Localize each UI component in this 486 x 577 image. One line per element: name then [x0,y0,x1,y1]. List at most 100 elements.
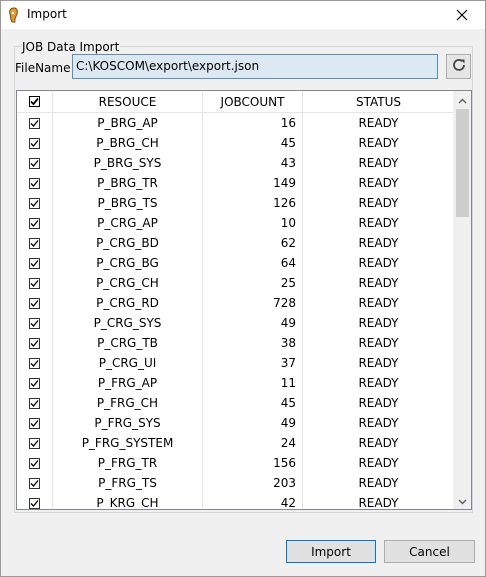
table-row[interactable]: P_FRG_TS 203 READY [17,473,454,493]
row-check-cell [17,313,53,333]
row-checkbox[interactable] [29,177,40,189]
resource-cell: P_CRG_RD [53,293,203,313]
row-checkbox[interactable] [29,497,40,509]
row-check-cell [17,293,53,313]
row-checkbox[interactable] [29,277,40,289]
table-row[interactable]: P_BRG_SYS 43 READY [17,153,454,173]
table-row[interactable]: P_CRG_SYS 49 READY [17,313,454,333]
scroll-up-button[interactable] [454,91,471,108]
status-cell: READY [358,256,399,270]
status-cell: READY [358,276,399,290]
vertical-scrollbar[interactable] [453,91,471,509]
row-checkbox[interactable] [29,257,40,269]
jobcount-cell: 64 [203,253,303,273]
cancel-button[interactable]: Cancel [384,540,475,563]
table-row[interactable]: P_FRG_SYS 49 READY [17,413,454,433]
resource-cell: P_BRG_TS [53,193,203,213]
row-checkbox[interactable] [29,357,40,369]
row-checkbox[interactable] [29,437,40,449]
jobcount-cell: 42 [203,493,303,509]
row-checkbox[interactable] [29,397,40,409]
row-check-cell [17,213,53,233]
resource-cell: P_CRG_BD [53,233,203,253]
resource-cell: P_CRG_CH [53,273,203,293]
status-cell: READY [358,476,399,490]
close-button[interactable] [439,1,485,29]
app-icon [7,7,21,23]
resource-cell: P_BRG_CH [53,133,203,153]
row-checkbox[interactable] [29,137,40,149]
status-cell: READY [358,156,399,170]
row-check-cell [17,253,53,273]
table-row[interactable]: P_CRG_UI 37 READY [17,353,454,373]
row-check-cell [17,433,53,453]
table-row[interactable]: P_FRG_CH 45 READY [17,393,454,413]
table-row[interactable]: P_CRG_BD 62 READY [17,233,454,253]
resource-cell: P_FRG_SYS [53,413,203,433]
status-cell: READY [358,216,399,230]
header-jobcount[interactable]: JOBCOUNT [203,91,303,112]
table-row[interactable]: P_BRG_TR 149 READY [17,173,454,193]
jobcount-cell: 126 [203,193,303,213]
row-checkbox[interactable] [29,237,40,249]
status-cell: READY [358,336,399,350]
table-row[interactable]: P_CRG_BG 64 READY [17,253,454,273]
header-status[interactable]: STATUS [303,91,454,112]
row-check-cell [17,173,53,193]
table-row[interactable]: P_CRG_RD 728 READY [17,293,454,313]
status-cell: READY [358,376,399,390]
row-checkbox[interactable] [29,117,40,129]
close-icon [456,6,468,25]
status-cell: READY [358,116,399,130]
row-checkbox[interactable] [29,477,40,489]
row-checkbox[interactable] [29,197,40,209]
scroll-down-button[interactable] [454,492,471,509]
row-checkbox[interactable] [29,377,40,389]
resource-cell: P_BRG_TR [53,173,203,193]
filename-field[interactable]: C:\KOSCOM\export\export.json [72,54,438,79]
import-button[interactable]: Import [286,540,376,563]
table-row[interactable]: P_BRG_TS 126 READY [17,193,454,213]
row-check-cell [17,413,53,433]
jobcount-cell: 45 [203,133,303,153]
status-cell: READY [358,316,399,330]
table-row[interactable]: P_CRG_CH 25 READY [17,273,454,293]
row-checkbox[interactable] [29,337,40,349]
table-row[interactable]: P_FRG_AP 11 READY [17,373,454,393]
table-row[interactable]: P_FRG_TR 156 READY [17,453,454,473]
resource-cell: P_BRG_SYS [53,153,203,173]
row-checkbox[interactable] [29,317,40,329]
status-cell: READY [358,496,399,510]
status-cell: READY [358,196,399,210]
jobcount-cell: 24 [203,433,303,453]
row-checkbox[interactable] [29,157,40,169]
jobcount-cell: 37 [203,353,303,373]
status-cell: READY [358,416,399,430]
status-cell: READY [358,176,399,190]
resource-cell: P_CRG_TB [53,333,203,353]
table-row[interactable]: P_BRG_AP 16 READY [17,113,454,133]
table-row[interactable]: P_CRG_TB 38 READY [17,333,454,353]
table-row[interactable]: P_FRG_SYSTEM 24 READY [17,433,454,453]
table-row[interactable]: P_KRG_CH 42 READY [17,493,454,510]
table-row[interactable]: P_BRG_CH 45 READY [17,133,454,153]
resource-cell: P_CRG_AP [53,213,203,233]
row-check-cell [17,113,53,133]
resource-table: RESOUCE JOBCOUNT STATUS P_BRG_AP 16 READY P… [16,90,472,510]
jobcount-cell: 45 [203,393,303,413]
row-check-cell [17,353,53,373]
status-cell: READY [358,296,399,310]
row-checkbox[interactable] [29,417,40,429]
jobcount-cell: 203 [203,473,303,493]
select-all-checkbox[interactable] [29,96,40,107]
scroll-thumb[interactable] [456,109,469,217]
row-checkbox[interactable] [29,297,40,309]
jobcount-cell: 38 [203,333,303,353]
header-resource[interactable]: RESOUCE [53,91,203,112]
row-check-cell [17,493,53,509]
jobcount-cell: 43 [203,153,303,173]
row-checkbox[interactable] [29,457,40,469]
table-row[interactable]: P_CRG_AP 10 READY [17,213,454,233]
refresh-button[interactable] [446,54,471,79]
row-checkbox[interactable] [29,217,40,229]
